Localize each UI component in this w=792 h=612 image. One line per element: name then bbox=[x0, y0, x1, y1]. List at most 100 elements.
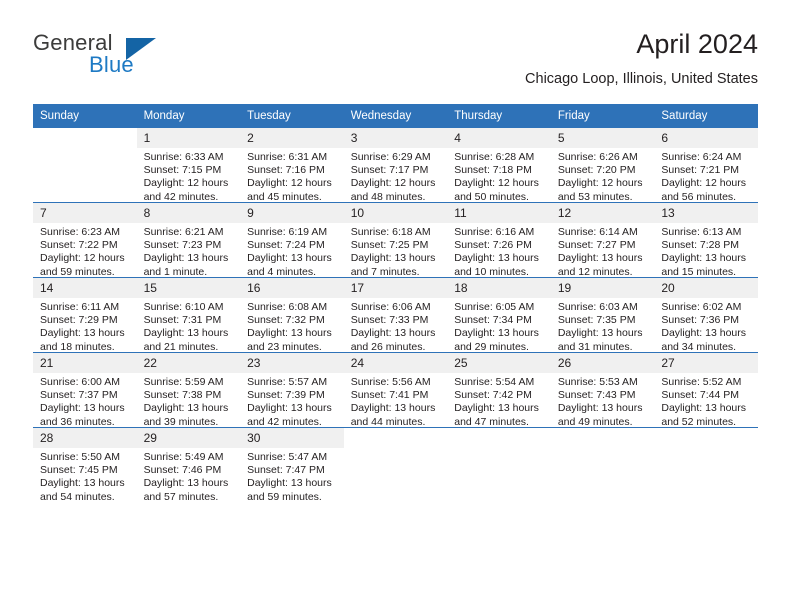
day-cell[interactable]: 24 Sunrise: 5:56 AM Sunset: 7:41 PM Dayl… bbox=[343, 352, 448, 428]
day-cell[interactable]: 8 Sunrise: 6:21 AM Sunset: 7:23 PM Dayli… bbox=[136, 202, 241, 278]
day-cell[interactable]: 15 Sunrise: 6:10 AM Sunset: 7:31 PM Dayl… bbox=[136, 277, 241, 354]
weekday-header-tuesday: Tuesday bbox=[240, 104, 344, 128]
sunrise-text: Sunrise: 5:54 AM bbox=[454, 376, 535, 388]
day-cell[interactable]: 22 Sunrise: 5:59 AM Sunset: 7:38 PM Dayl… bbox=[136, 352, 241, 429]
sunrise-text: Sunrise: 6:16 AM bbox=[454, 226, 535, 238]
daylight-text-line2: and 1 minute. bbox=[143, 265, 208, 278]
weekday-header-saturday: Saturday bbox=[654, 104, 758, 128]
daylight-text-line2: and 59 minutes. bbox=[40, 265, 115, 278]
sunrise-text: Sunrise: 6:26 AM bbox=[557, 151, 638, 163]
sunset-text: Sunset: 7:36 PM bbox=[661, 314, 740, 327]
day-cell[interactable]: 26 Sunrise: 5:53 AM Sunset: 7:43 PM Dayl… bbox=[550, 352, 655, 428]
day-cell[interactable]: 9 Sunrise: 6:19 AM Sunset: 7:24 PM Dayli… bbox=[240, 202, 344, 278]
day-cell[interactable] bbox=[654, 427, 758, 502]
day-cell[interactable]: 30 Sunrise: 5:47 AM Sunset: 7:47 PM Dayl… bbox=[240, 427, 344, 503]
day-cell[interactable]: 1 Sunrise: 6:33 AM Sunset: 7:15 PM Dayli… bbox=[136, 128, 241, 204]
daylight-text-line1: Daylight: 13 hours bbox=[454, 402, 539, 415]
day-cell[interactable]: 20 Sunrise: 6:02 AM Sunset: 7:36 PM Dayl… bbox=[654, 277, 758, 353]
daylight-text-line1: Daylight: 13 hours bbox=[454, 327, 539, 340]
daylight-text-line1: Daylight: 13 hours bbox=[247, 477, 332, 490]
daylight-text-line1: Daylight: 13 hours bbox=[350, 252, 436, 265]
sunrise-text: Sunrise: 6:33 AM bbox=[143, 151, 224, 163]
sunrise-text: Sunrise: 6:14 AM bbox=[557, 226, 638, 238]
day-cell[interactable]: 12 Sunrise: 6:14 AM Sunset: 7:27 PM Dayl… bbox=[550, 202, 655, 278]
daylight-text-line2: and 4 minutes. bbox=[247, 265, 317, 278]
sunrise-text: Sunrise: 6:06 AM bbox=[350, 301, 431, 313]
brand-name-blue: Blue bbox=[89, 52, 134, 77]
day-details: Sunrise: 6:18 AM Sunset: 7:25 PM Dayligh… bbox=[344, 223, 448, 279]
day-details: Sunrise: 5:59 AM Sunset: 7:38 PM Dayligh… bbox=[137, 373, 241, 429]
day-details: Sunrise: 5:52 AM Sunset: 7:44 PM Dayligh… bbox=[654, 373, 758, 429]
day-cell[interactable]: 19 Sunrise: 6:03 AM Sunset: 7:35 PM Dayl… bbox=[550, 277, 655, 354]
day-cell[interactable]: 2 Sunrise: 6:31 AM Sunset: 7:16 PM Dayli… bbox=[240, 128, 344, 203]
daylight-text-line2: and 23 minutes. bbox=[247, 340, 322, 353]
day-number: 9 bbox=[240, 203, 344, 223]
weekday-header-wednesday: Wednesday bbox=[343, 104, 448, 128]
day-cell[interactable]: 11 Sunrise: 6:16 AM Sunset: 7:26 PM Dayl… bbox=[447, 202, 551, 278]
day-number: 12 bbox=[550, 203, 655, 223]
day-number: 27 bbox=[654, 353, 758, 373]
day-cell[interactable]: 23 Sunrise: 5:57 AM Sunset: 7:39 PM Dayl… bbox=[240, 352, 344, 428]
sunrise-text: Sunrise: 6:00 AM bbox=[40, 376, 120, 388]
day-cell[interactable]: 5 Sunrise: 6:26 AM Sunset: 7:20 PM Dayli… bbox=[550, 128, 655, 203]
daylight-text-line1: Daylight: 13 hours bbox=[557, 327, 643, 340]
day-cell[interactable]: 25 Sunrise: 5:54 AM Sunset: 7:42 PM Dayl… bbox=[447, 352, 551, 428]
day-number: 15 bbox=[136, 278, 241, 298]
day-number: 18 bbox=[447, 278, 551, 298]
day-cell[interactable]: 16 Sunrise: 6:08 AM Sunset: 7:32 PM Dayl… bbox=[240, 277, 344, 353]
day-cell[interactable] bbox=[447, 427, 551, 502]
sunset-text: Sunset: 7:28 PM bbox=[661, 239, 740, 252]
daylight-text-line1: Daylight: 13 hours bbox=[454, 252, 539, 265]
day-cell[interactable] bbox=[550, 427, 655, 502]
day-cell[interactable]: 18 Sunrise: 6:05 AM Sunset: 7:34 PM Dayl… bbox=[447, 277, 551, 353]
day-details: Sunrise: 6:03 AM Sunset: 7:35 PM Dayligh… bbox=[551, 298, 655, 354]
calendar-body: 1 Sunrise: 6:33 AM Sunset: 7:15 PM Dayli… bbox=[33, 128, 758, 504]
day-cell[interactable]: 13 Sunrise: 6:13 AM Sunset: 7:28 PM Dayl… bbox=[654, 202, 758, 278]
day-details: Sunrise: 6:10 AM Sunset: 7:31 PM Dayligh… bbox=[137, 298, 241, 354]
day-number: 6 bbox=[654, 128, 758, 148]
day-cell[interactable]: 6 Sunrise: 6:24 AM Sunset: 7:21 PM Dayli… bbox=[654, 128, 758, 203]
sunset-text: Sunset: 7:31 PM bbox=[143, 314, 222, 327]
sunrise-text: Sunrise: 6:03 AM bbox=[557, 301, 638, 313]
day-number: 17 bbox=[343, 278, 448, 298]
day-details bbox=[447, 448, 551, 451]
day-cell[interactable]: 28 Sunrise: 5:50 AM Sunset: 7:45 PM Dayl… bbox=[33, 427, 137, 503]
daylight-text-line2: and 47 minutes. bbox=[454, 415, 529, 428]
day-cell[interactable]: 29 Sunrise: 5:49 AM Sunset: 7:46 PM Dayl… bbox=[136, 427, 241, 504]
day-details: Sunrise: 6:29 AM Sunset: 7:17 PM Dayligh… bbox=[344, 148, 448, 204]
day-details bbox=[344, 448, 448, 451]
day-number: 4 bbox=[447, 128, 551, 148]
day-details: Sunrise: 5:49 AM Sunset: 7:46 PM Dayligh… bbox=[137, 448, 241, 504]
day-cell[interactable]: 27 Sunrise: 5:52 AM Sunset: 7:44 PM Dayl… bbox=[654, 352, 758, 429]
daylight-text-line1: Daylight: 12 hours bbox=[40, 252, 125, 265]
day-cell[interactable] bbox=[33, 128, 137, 203]
brand-logo[interactable]: General Blue bbox=[33, 30, 233, 82]
day-cell[interactable] bbox=[343, 427, 448, 502]
day-number: 16 bbox=[240, 278, 344, 298]
day-cell[interactable]: 3 Sunrise: 6:29 AM Sunset: 7:17 PM Dayli… bbox=[343, 128, 448, 204]
day-details: Sunrise: 6:33 AM Sunset: 7:15 PM Dayligh… bbox=[137, 148, 241, 204]
daylight-text-line1: Daylight: 13 hours bbox=[40, 477, 125, 490]
daylight-text-line1: Daylight: 13 hours bbox=[143, 477, 229, 490]
day-cell[interactable]: 21 Sunrise: 6:00 AM Sunset: 7:37 PM Dayl… bbox=[33, 352, 137, 428]
day-number bbox=[654, 428, 758, 448]
day-number: 7 bbox=[33, 203, 137, 223]
day-cell[interactable]: 14 Sunrise: 6:11 AM Sunset: 7:29 PM Dayl… bbox=[33, 277, 137, 353]
daylight-text-line1: Daylight: 13 hours bbox=[143, 327, 229, 340]
day-cell[interactable]: 10 Sunrise: 6:18 AM Sunset: 7:25 PM Dayl… bbox=[343, 202, 448, 279]
week-row: 1 Sunrise: 6:33 AM Sunset: 7:15 PM Dayli… bbox=[33, 128, 758, 203]
sunrise-text: Sunrise: 6:21 AM bbox=[143, 226, 224, 238]
calendar-header-row: Sunday Monday Tuesday Wednesday Thursday… bbox=[33, 104, 758, 128]
sunset-text: Sunset: 7:44 PM bbox=[661, 389, 740, 402]
daylight-text-line2: and 45 minutes. bbox=[247, 190, 322, 203]
weekday-header-sunday: Sunday bbox=[33, 104, 137, 128]
sunset-text: Sunset: 7:34 PM bbox=[454, 314, 532, 327]
daylight-text-line1: Daylight: 13 hours bbox=[557, 252, 643, 265]
day-cell[interactable]: 4 Sunrise: 6:28 AM Sunset: 7:18 PM Dayli… bbox=[447, 128, 551, 203]
day-cell[interactable]: 17 Sunrise: 6:06 AM Sunset: 7:33 PM Dayl… bbox=[343, 277, 448, 353]
sunset-text: Sunset: 7:17 PM bbox=[350, 164, 429, 177]
daylight-text-line1: Daylight: 12 hours bbox=[661, 177, 747, 190]
day-cell[interactable]: 7 Sunrise: 6:23 AM Sunset: 7:22 PM Dayli… bbox=[33, 202, 137, 278]
day-details bbox=[654, 448, 758, 451]
day-number bbox=[344, 428, 448, 448]
